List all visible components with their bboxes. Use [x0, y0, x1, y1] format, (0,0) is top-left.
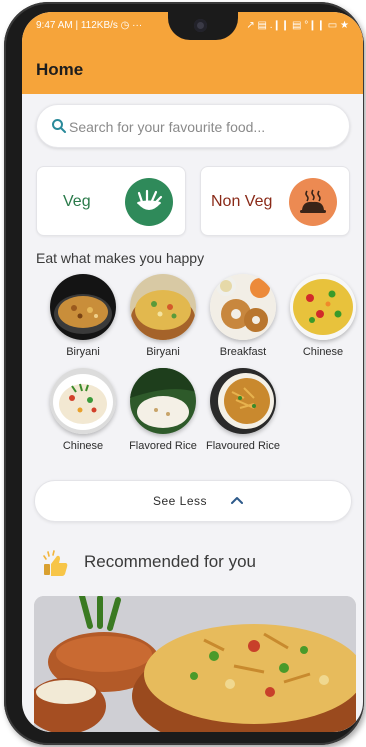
chinese-thumbnail	[290, 274, 356, 340]
food-item-chinese[interactable]: Chinese	[282, 274, 363, 359]
breakfast-thumbnail	[210, 274, 276, 340]
page-title: Home	[36, 60, 84, 79]
food-label: Breakfast	[219, 346, 267, 358]
food-label: Chinese	[62, 440, 104, 452]
camera-icon	[194, 19, 207, 32]
flavored-rice-thumbnail	[130, 368, 196, 434]
search-bar[interactable]	[36, 104, 350, 148]
nonveg-category-card[interactable]: Non Veg	[200, 166, 350, 236]
camera-notch	[168, 12, 238, 40]
flavoured-rice-thumbnail	[210, 368, 276, 434]
food-label: Flavored Rice	[129, 440, 197, 452]
search-icon	[52, 119, 66, 133]
status-bar-left: 9:47 AM | 112KB/s ◷ ···	[36, 20, 143, 31]
nonveg-label: Non Veg	[211, 193, 273, 210]
food-label: Flavoured Rice	[206, 440, 280, 452]
search-input[interactable]	[69, 116, 329, 138]
roast-chicken-icon	[289, 178, 337, 226]
food-label: Biryani	[146, 346, 180, 358]
status-bar-right: ↗ ▤ .❙❙ ▤ °❙❙ ▭ ★	[246, 20, 349, 31]
see-less-button[interactable]: See Less	[34, 480, 352, 522]
food-item-biryani[interactable]: Biryani	[42, 274, 124, 359]
veg-label: Veg	[63, 193, 91, 210]
food-item-chinese[interactable]: Chinese	[42, 368, 124, 453]
chevron-up-icon	[231, 497, 243, 504]
phone-frame: 9:47 AM | 112KB/s ◷ ··· ↗ ▤ .❙❙ ▤ °❙❙ ▭ …	[4, 2, 364, 745]
recommended-title: Recommended for you	[84, 552, 256, 571]
food-label: Chinese	[302, 346, 344, 358]
veg-category-card[interactable]: Veg	[36, 166, 186, 236]
food-item-flavoured-rice[interactable]: Flavoured Rice	[202, 368, 284, 453]
biryani-thumbnail	[50, 274, 116, 340]
see-less-label: See Less	[153, 494, 208, 508]
chinese-thumbnail	[50, 368, 116, 434]
section-heading: Eat what makes you happy	[36, 250, 205, 266]
food-label: Biryani	[66, 346, 100, 358]
food-item-breakfast[interactable]: Breakfast	[202, 274, 284, 359]
salad-bowl-icon	[125, 178, 173, 226]
biryani-thumbnail	[130, 274, 196, 340]
recommended-hero-image[interactable]	[34, 596, 356, 732]
food-item-flavored-rice[interactable]: Flavored Rice	[122, 368, 204, 453]
thumbs-up-icon	[43, 550, 68, 576]
app-screen: 9:47 AM | 112KB/s ◷ ··· ↗ ▤ .❙❙ ▤ °❙❙ ▭ …	[22, 12, 363, 732]
food-item-biryani[interactable]: Biryani	[122, 274, 204, 359]
